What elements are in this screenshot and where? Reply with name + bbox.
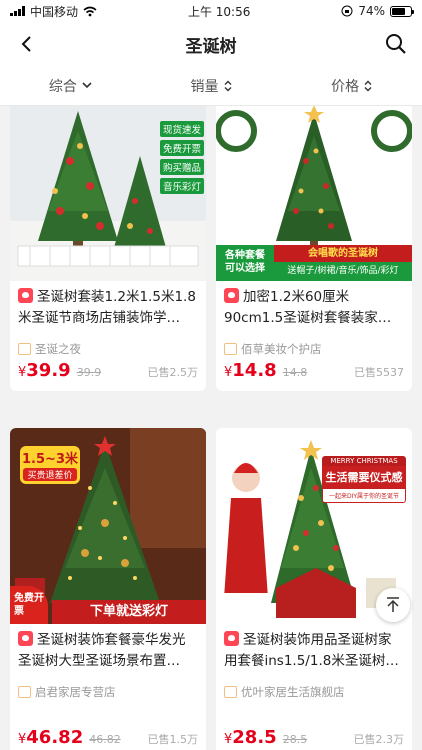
chevron-down-icon [82, 82, 92, 89]
shop-name: 佰草美妆个护店 [241, 342, 322, 356]
product-grid: 现货速发 免费开票 购买赠品 音乐彩灯 圣诞树套装1.2米1.5米1.8米圣诞节… [0, 106, 422, 750]
sort-label: 价格 [331, 78, 360, 95]
price: 39.9 [26, 360, 71, 381]
promo-badge: 音乐彩灯 [159, 178, 204, 194]
currency-symbol: ¥ [224, 732, 233, 747]
promo-banner: 各种套餐 可以选择 会唱歌的圣诞树 送帽子/树裙/音乐/饰品/彩灯 [216, 245, 412, 281]
sort-updown-icon [224, 80, 231, 91]
signal-icon [10, 6, 25, 16]
original-price: 14.8 [282, 366, 308, 379]
search-icon [386, 34, 406, 54]
sort-comprehensive[interactable]: 综合 [0, 76, 141, 96]
product-title: 加密1.2米60厘米90cm1.5圣诞树套餐装家… [224, 289, 392, 326]
clock: 上午 10:56 [187, 4, 251, 19]
nav-bar: 圣诞树 [0, 22, 422, 66]
size-badge: 1.5~3米 买贵退差价 [20, 446, 80, 484]
christmas-banner: MERRY CHRISTMAS 生活需要仪式感 一起来DIY属于你的圣诞节 [322, 456, 406, 503]
promo-badge: 购买赠品 [159, 159, 204, 175]
shop-name: 启君家居专营店 [35, 685, 116, 699]
sort-label: 综合 [48, 78, 77, 95]
shop-name: 优叶家居生活旗舰店 [241, 685, 345, 699]
sold-count: 已售5537 [354, 366, 404, 379]
product-image: 1.5~3米 买贵退差价 免费开票 下单就送彩灯 [10, 428, 206, 624]
tmall-tag-icon [18, 631, 33, 646]
tmall-tag-icon [18, 288, 33, 303]
invoice-badge: 免费开票 [10, 586, 48, 624]
product-card[interactable]: 现货速发 免费开票 购买赠品 音乐彩灯 圣诞树套装1.2米1.5米1.8米圣诞节… [10, 106, 206, 391]
promo-badge: 免费开票 [159, 140, 204, 156]
price: 14.8 [232, 360, 277, 381]
product-title: 圣诞树装饰套餐豪华发光圣诞树大型圣诞场景布置… [18, 632, 186, 669]
currency-symbol: ¥ [18, 365, 27, 380]
product-card[interactable]: MERRY CHRISTMAS 生活需要仪式感 一起来DIY属于你的圣诞节 圣诞… [216, 428, 412, 750]
shop-icon [224, 686, 237, 698]
battery-icon [390, 5, 414, 17]
sort-label: 销量 [190, 78, 219, 95]
product-image: 各种套餐 可以选择 会唱歌的圣诞树 送帽子/树裙/音乐/饰品/彩灯 [216, 106, 412, 281]
back-button[interactable] [10, 28, 42, 60]
banner-top: MERRY CHRISTMAS [322, 456, 406, 466]
sort-price[interactable]: 价格 [281, 76, 422, 96]
banner-left: 各种套餐 可以选择 [216, 245, 274, 281]
currency-symbol: ¥ [18, 732, 27, 747]
sold-count: 已售1.5万 [147, 733, 199, 746]
product-title: 圣诞树装饰用品圣诞树家用套餐ins1.5/1.8米圣诞树… [224, 632, 399, 669]
banner-right-top: 会唱歌的圣诞树 [274, 245, 412, 262]
shop-icon [224, 343, 237, 355]
size-badge-title: 1.5~3米 [22, 452, 78, 467]
product-card[interactable]: 各种套餐 可以选择 会唱歌的圣诞树 送帽子/树裙/音乐/饰品/彩灯 加密1.2米… [216, 106, 412, 391]
original-price: 39.9 [76, 366, 102, 379]
product-title: 圣诞树套装1.2米1.5米1.8米圣诞节商场店铺装饰学… [18, 289, 196, 326]
tmall-tag-icon [224, 631, 239, 646]
shop-name: 圣诞之夜 [35, 342, 81, 356]
price: 28.5 [232, 727, 277, 748]
shop-icon [18, 343, 31, 355]
sort-bar: 综合 销量 价格 [0, 66, 422, 106]
sort-updown-icon [364, 80, 372, 91]
price: 46.82 [26, 727, 84, 748]
sold-count: 已售2.5万 [147, 366, 199, 379]
shop-icon [18, 686, 31, 698]
currency-symbol: ¥ [224, 365, 233, 380]
wifi-icon [83, 6, 97, 16]
product-image: 现货速发 免费开票 购买赠品 音乐彩灯 [10, 106, 206, 281]
sold-count: 已售2.3万 [353, 733, 405, 746]
search-button[interactable] [380, 28, 412, 60]
battery-percent: 74% [358, 4, 385, 18]
gift-banner: 下单就送彩灯 [52, 600, 206, 624]
arrow-up-icon [387, 597, 399, 612]
banner-right-bottom: 送帽子/树裙/音乐/饰品/彩灯 [274, 262, 412, 281]
product-card[interactable]: 1.5~3米 买贵退差价 免费开票 下单就送彩灯 圣诞树装饰套餐豪华发光圣诞树大… [10, 428, 206, 750]
banner-sub: 一起来DIY属于你的圣诞节 [322, 488, 406, 503]
back-arrow-icon [21, 36, 31, 52]
original-price: 46.82 [89, 733, 121, 746]
promo-badge: 现货速发 [159, 121, 204, 137]
original-price: 28.5 [282, 733, 308, 746]
back-to-top-button[interactable] [376, 588, 410, 622]
orientation-lock-icon [341, 5, 353, 17]
size-badge-sub: 买贵退差价 [23, 468, 77, 481]
status-bar: 中国移动 上午 10:56 74% [0, 0, 422, 22]
carrier-label: 中国移动 [30, 4, 79, 19]
banner-main: 生活需要仪式感 [322, 466, 406, 488]
sort-sales[interactable]: 销量 [141, 76, 282, 96]
page-title: 圣诞树 [185, 36, 237, 57]
tmall-tag-icon [224, 288, 239, 303]
